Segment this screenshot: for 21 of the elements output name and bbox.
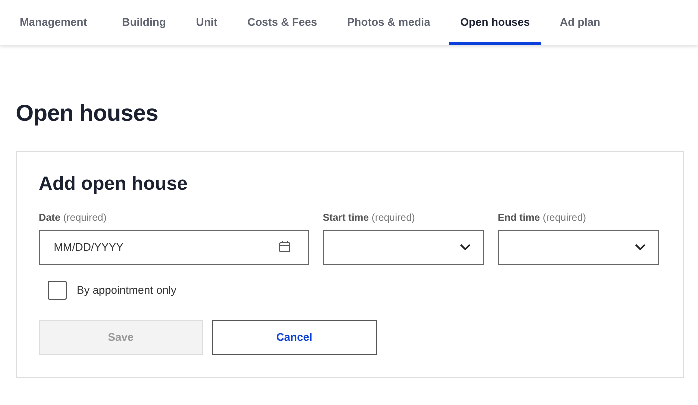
page-title: Open houses — [16, 100, 160, 127]
field-label: Date (required) — [39, 213, 108, 224]
nav-tab[interactable]: Building — [111, 0, 178, 45]
chevron-down-icon — [635, 244, 646, 251]
calendar-icon[interactable] — [279, 241, 291, 253]
time-select[interactable] — [498, 230, 659, 265]
nav-tab[interactable]: Management — [9, 0, 98, 45]
checkbox-label: By appointment only — [77, 284, 177, 296]
cancel-button[interactable]: Cancel — [212, 320, 377, 355]
nav-tab[interactable]: Ad plan — [549, 0, 612, 45]
form-title: Add open house — [39, 174, 189, 196]
time-select[interactable] — [323, 230, 484, 265]
nav-tab[interactable]: Costs & Fees — [236, 0, 328, 45]
field-label: End time (required) — [498, 213, 588, 224]
chevron-down-icon — [460, 244, 471, 251]
checkbox[interactable] — [48, 281, 67, 300]
nav-tab[interactable]: Photos & media — [336, 0, 442, 45]
nav-tab[interactable]: Open houses — [449, 0, 542, 45]
date-field[interactable]: MM/DD/YYYY — [39, 230, 309, 265]
field-label: Start time (required) — [323, 213, 416, 224]
nav-tab[interactable]: Unit — [185, 0, 229, 45]
